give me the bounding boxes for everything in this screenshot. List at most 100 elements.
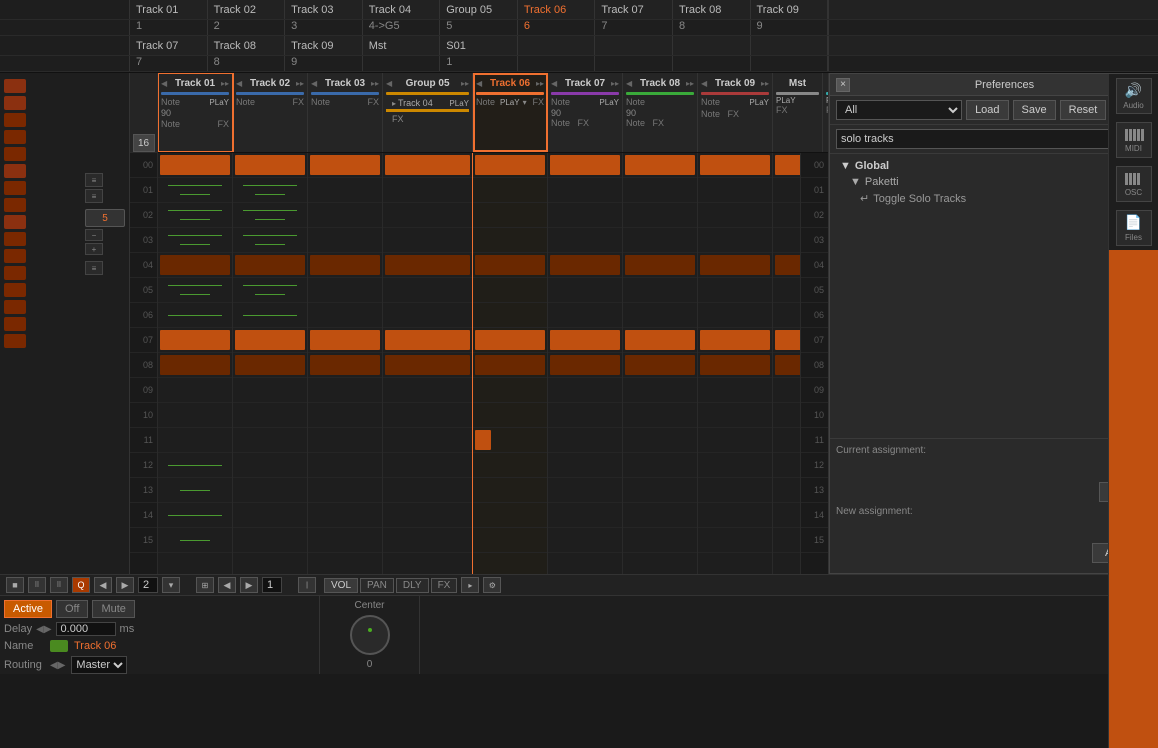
cell-mst-00[interactable]: [773, 153, 800, 178]
cell-02-01[interactable]: [233, 178, 307, 203]
cell-06-08[interactable]: [473, 353, 547, 378]
cell-mst-11[interactable]: [773, 428, 800, 453]
nav-prev[interactable]: ◀: [94, 577, 112, 593]
cell-03-01[interactable]: [308, 178, 382, 203]
cell-07-12[interactable]: [548, 453, 622, 478]
cell-03-10[interactable]: [308, 403, 382, 428]
sidebar-ctrl-1[interactable]: ≡: [85, 173, 103, 187]
th-play-01[interactable]: PLaY: [209, 98, 229, 107]
cell-09-04[interactable]: [698, 253, 772, 278]
cell-01-03[interactable]: [158, 228, 232, 253]
cell-01-04[interactable]: [158, 253, 232, 278]
cell-g05-00[interactable]: [383, 153, 472, 178]
midi-icon-btn[interactable]: MIDI: [1116, 122, 1152, 158]
cell-09-14[interactable]: [698, 503, 772, 528]
th-track09[interactable]: ◀ Track 09 ▸▸ Note PLaY Note FX: [698, 73, 773, 152]
cell-g05-13[interactable]: [383, 478, 472, 503]
cell-06-14[interactable]: [473, 503, 547, 528]
cell-01-11[interactable]: [158, 428, 232, 453]
cell-g05-10[interactable]: [383, 403, 472, 428]
delay-next[interactable]: ▶: [44, 624, 52, 635]
load-button[interactable]: Load: [966, 100, 1008, 120]
cell-08-10[interactable]: [623, 403, 697, 428]
cell-g05-12[interactable]: [383, 453, 472, 478]
cell-08-01[interactable]: [623, 178, 697, 203]
cell-06-06[interactable]: [473, 303, 547, 328]
cell-07-09[interactable]: [548, 378, 622, 403]
cell-07-05[interactable]: [548, 278, 622, 303]
cell-g05-06[interactable]: [383, 303, 472, 328]
cell-08-14[interactable]: [623, 503, 697, 528]
cell-08-09[interactable]: [623, 378, 697, 403]
tab-dly[interactable]: DLY: [396, 578, 429, 593]
settings-btn[interactable]: ⚙: [483, 577, 501, 593]
pattern-btn[interactable]: ⠿: [28, 577, 46, 593]
cell-09-09[interactable]: [698, 378, 772, 403]
cell-g05-08[interactable]: [383, 353, 472, 378]
th-s01[interactable]: S01 PLaY FX: [823, 73, 828, 152]
nav-next[interactable]: ▶: [116, 577, 134, 593]
cell-08-03[interactable]: [623, 228, 697, 253]
cell-02-04[interactable]: [233, 253, 307, 278]
cell-03-03[interactable]: [308, 228, 382, 253]
cell-03-05[interactable]: [308, 278, 382, 303]
cell-mst-09[interactable]: [773, 378, 800, 403]
cell-01-12[interactable]: [158, 453, 232, 478]
th-mst[interactable]: Mst PLaY FX: [773, 73, 823, 152]
cell-07-06[interactable]: [548, 303, 622, 328]
cell-06-03[interactable]: [473, 228, 547, 253]
cell-06-07[interactable]: [473, 328, 547, 353]
cell-mst-02[interactable]: [773, 203, 800, 228]
cell-03-00[interactable]: [308, 153, 382, 178]
cell-07-08[interactable]: [548, 353, 622, 378]
cell-09-10[interactable]: [698, 403, 772, 428]
cell-02-00[interactable]: [233, 153, 307, 178]
routing-next[interactable]: ▶: [58, 660, 66, 671]
cell-08-08[interactable]: [623, 353, 697, 378]
cell-01-09[interactable]: [158, 378, 232, 403]
cell-mst-13[interactable]: [773, 478, 800, 503]
cell-09-07[interactable]: [698, 328, 772, 353]
th-track08[interactable]: ◀ Track 08 ▸▸ Note 90 Note FX: [623, 73, 698, 152]
cell-06-13[interactable]: [473, 478, 547, 503]
sidebar-ctrl-2[interactable]: ≡: [85, 189, 103, 203]
cell-g05-14[interactable]: [383, 503, 472, 528]
cell-06-00[interactable]: [473, 153, 547, 178]
osc-icon-btn[interactable]: OSC: [1116, 166, 1152, 202]
cell-06-09[interactable]: [473, 378, 547, 403]
cell-08-15[interactable]: [623, 528, 697, 553]
cell-06-10[interactable]: [473, 403, 547, 428]
cell-08-06[interactable]: [623, 303, 697, 328]
audio-icon-btn[interactable]: 🔊 Audio: [1116, 78, 1152, 114]
prefs-search-input[interactable]: [836, 129, 1131, 149]
cell-01-14[interactable]: [158, 503, 232, 528]
cell-02-10[interactable]: [233, 403, 307, 428]
cell-mst-08[interactable]: [773, 353, 800, 378]
cell-02-05[interactable]: [233, 278, 307, 303]
cell-g05-03[interactable]: [383, 228, 472, 253]
cell-01-13[interactable]: [158, 478, 232, 503]
cell-07-15[interactable]: [548, 528, 622, 553]
cell-07-11[interactable]: [548, 428, 622, 453]
cell-01-01[interactable]: [158, 178, 232, 203]
cell-mst-14[interactable]: [773, 503, 800, 528]
cell-03-04[interactable]: [308, 253, 382, 278]
th-play-mst[interactable]: PLaY: [776, 96, 819, 105]
th-track06[interactable]: ◀ Track 06 ▸▸ Note PLaY ▾ FX: [473, 73, 548, 152]
cell-01-06[interactable]: [158, 303, 232, 328]
cell-07-00[interactable]: [548, 153, 622, 178]
th-play-07[interactable]: PLaY: [599, 98, 619, 107]
cell-02-13[interactable]: [233, 478, 307, 503]
active-button[interactable]: Active: [4, 600, 52, 618]
cell-g05-04[interactable]: [383, 253, 472, 278]
cell-07-13[interactable]: [548, 478, 622, 503]
cell-03-15[interactable]: [308, 528, 382, 553]
cell-03-12[interactable]: [308, 453, 382, 478]
cell-mst-01[interactable]: [773, 178, 800, 203]
cell-g05-15[interactable]: [383, 528, 472, 553]
delay-input[interactable]: [56, 622, 116, 636]
cell-02-15[interactable]: [233, 528, 307, 553]
cell-08-11[interactable]: [623, 428, 697, 453]
cell-03-13[interactable]: [308, 478, 382, 503]
cell-06-11[interactable]: [473, 428, 547, 453]
